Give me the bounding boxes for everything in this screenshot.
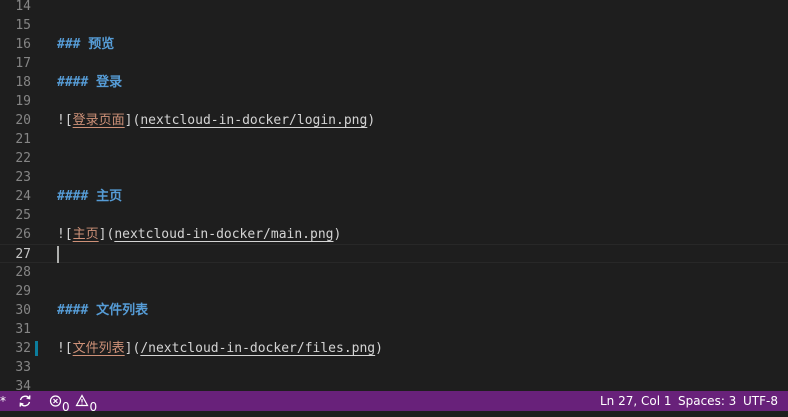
encoding-setting[interactable]: UTF-8: [743, 391, 778, 411]
line-number: 24: [15, 189, 31, 204]
line-content[interactable]: #### 登录: [57, 73, 122, 92]
editor-line[interactable]: 18 #### 登录: [0, 73, 788, 92]
line-content[interactable]: ![文件列表](/nextcloud-in-docker/files.png): [57, 339, 383, 358]
editor-line[interactable]: 26 ![主页](nextcloud-in-docker/main.png): [0, 225, 788, 244]
errors-count: 0: [62, 400, 70, 414]
line-number: 19: [15, 94, 31, 109]
editor-line[interactable]: 27: [0, 244, 788, 263]
line-number: 29: [15, 284, 31, 299]
editor-line[interactable]: 28: [0, 263, 788, 282]
text-cursor: [57, 246, 59, 263]
line-content[interactable]: #### 文件列表: [57, 301, 148, 320]
line-content[interactable]: [57, 245, 59, 264]
line-number: 34: [15, 379, 31, 391]
markdown-syntax: ](: [124, 341, 141, 356]
editor-line[interactable]: 30 #### 文件列表: [0, 301, 788, 320]
markdown-syntax: ![: [57, 113, 73, 128]
line-number: 32: [15, 341, 31, 356]
editor-line[interactable]: 31: [0, 320, 788, 339]
image-alt-text: 登录页面: [72, 113, 125, 128]
line-number: 18: [15, 75, 31, 90]
editor-line[interactable]: 24 #### 主页: [0, 187, 788, 206]
line-number: 31: [15, 322, 31, 337]
editor-line[interactable]: 25: [0, 206, 788, 225]
line-number: 14: [15, 0, 31, 14]
line-content[interactable]: ### 预览: [57, 35, 114, 54]
image-link-path: nextcloud-in-docker/main.png: [114, 227, 334, 242]
line-number: 23: [15, 170, 31, 185]
problems-indicator[interactable]: 0 0: [49, 391, 98, 414]
line-number: 20: [15, 113, 31, 128]
line-content[interactable]: ![主页](nextcloud-in-docker/main.png): [57, 225, 341, 244]
image-link-path: /nextcloud-in-docker/files.png: [140, 341, 376, 356]
editor-line[interactable]: 32 ![文件列表](/nextcloud-in-docker/files.png…: [0, 339, 788, 358]
image-alt-text: 主页: [72, 227, 99, 242]
editor-line[interactable]: 17: [0, 54, 788, 73]
editor-area[interactable]: 14 15 16 ### 预览 17 18 #### 登录 19 20 ![登录页面](nextc…: [0, 0, 788, 391]
editor-line[interactable]: 20 ![登录页面](nextcloud-in-docker/login.png): [0, 111, 788, 130]
line-number: 17: [15, 56, 31, 71]
markdown-heading: #### 主页: [57, 189, 123, 204]
branch-indicator[interactable]: *: [0, 391, 6, 411]
line-number: 22: [15, 151, 31, 166]
markdown-syntax: ](: [124, 113, 141, 128]
editor-line[interactable]: 22: [0, 149, 788, 168]
editor-line[interactable]: 15: [0, 16, 788, 35]
modified-line-marker[interactable]: [35, 341, 38, 356]
markdown-heading: #### 文件列表: [57, 303, 149, 318]
warnings-count: 0: [89, 400, 98, 414]
markdown-syntax: ): [367, 113, 376, 128]
line-number: 28: [15, 265, 31, 280]
editor-line[interactable]: 19: [0, 92, 788, 111]
markdown-syntax: ): [375, 341, 383, 356]
line-number: 27: [15, 247, 31, 262]
line-number: 15: [15, 18, 31, 33]
editor-line[interactable]: 33: [0, 358, 788, 377]
editor-line[interactable]: 16 ### 预览: [0, 35, 788, 54]
line-number: 16: [15, 37, 31, 52]
markdown-syntax: ](: [98, 227, 115, 242]
image-alt-text: 文件列表: [72, 341, 125, 356]
editor-line[interactable]: 34: [0, 377, 788, 391]
markdown-syntax: ![: [57, 227, 73, 242]
editor-line[interactable]: 23: [0, 168, 788, 187]
warning-icon: [75, 394, 89, 407]
markdown-syntax: ): [333, 227, 342, 242]
editor-line[interactable]: 14: [0, 0, 788, 16]
image-link-path: nextcloud-in-docker/login.png: [140, 113, 368, 128]
markdown-syntax: ![: [57, 341, 73, 356]
line-number: 33: [15, 360, 31, 375]
line-number: 26: [15, 227, 31, 242]
error-icon: [49, 395, 62, 407]
line-content[interactable]: #### 主页: [57, 187, 122, 206]
line-number: 30: [15, 303, 31, 318]
status-bar: * 0 0 Ln 27, Col 1 Spaces: 3 UTF-8: [0, 391, 788, 414]
editor-line[interactable]: 21: [0, 130, 788, 149]
line-number: 21: [15, 132, 31, 147]
line-content[interactable]: ![登录页面](nextcloud-in-docker/login.png): [57, 111, 375, 130]
editor-line[interactable]: 29: [0, 282, 788, 301]
indentation-setting[interactable]: Spaces: 3: [678, 391, 736, 411]
sync-icon[interactable]: [17, 391, 33, 411]
markdown-heading: ### 预览: [57, 37, 115, 52]
line-number: 25: [15, 208, 31, 223]
markdown-heading: #### 登录: [57, 75, 123, 90]
cursor-position[interactable]: Ln 27, Col 1: [600, 391, 672, 411]
